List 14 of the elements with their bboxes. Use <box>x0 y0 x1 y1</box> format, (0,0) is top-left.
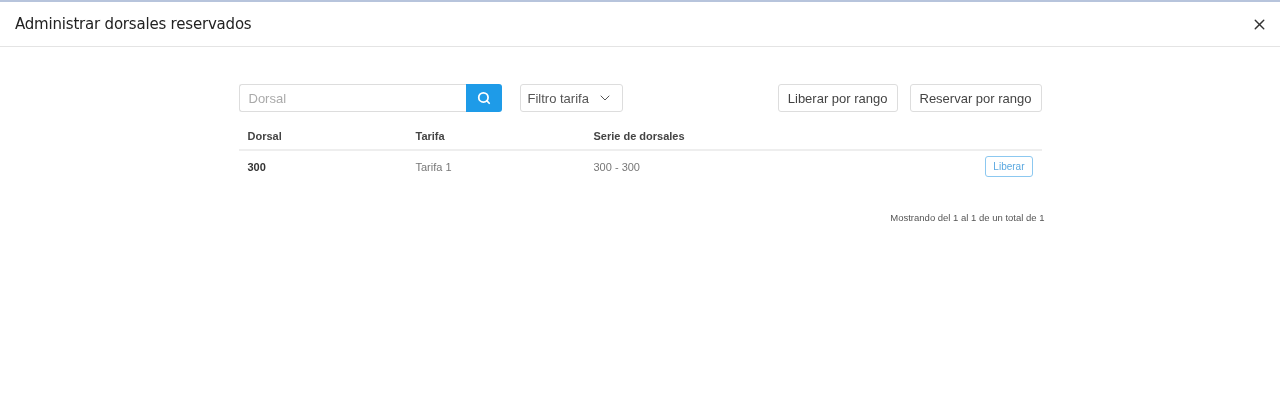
column-header: Dorsal <box>238 122 407 150</box>
column-header: Tarifa <box>406 122 585 150</box>
range-button[interactable]: Liberar por rango <box>777 84 898 112</box>
pagination-info: Mostrando del 1 al 1 de un total de 1 <box>890 212 1045 223</box>
range-button[interactable]: Reservar por rango <box>909 84 1042 112</box>
table-cell: 300 <box>238 150 407 182</box>
filter-dropdown[interactable]: Filtro tarifa <box>519 84 623 112</box>
table-cell: Tarifa 1 <box>406 150 585 182</box>
search-icon <box>476 91 491 105</box>
column-header: Serie de dorsales <box>584 122 871 150</box>
search-button[interactable] <box>465 84 502 112</box>
dialog-title: Administrar dorsales reservados <box>15 15 252 33</box>
search-field[interactable]: Dorsal <box>238 84 466 112</box>
table-cell: 300 - 300 <box>584 150 871 182</box>
